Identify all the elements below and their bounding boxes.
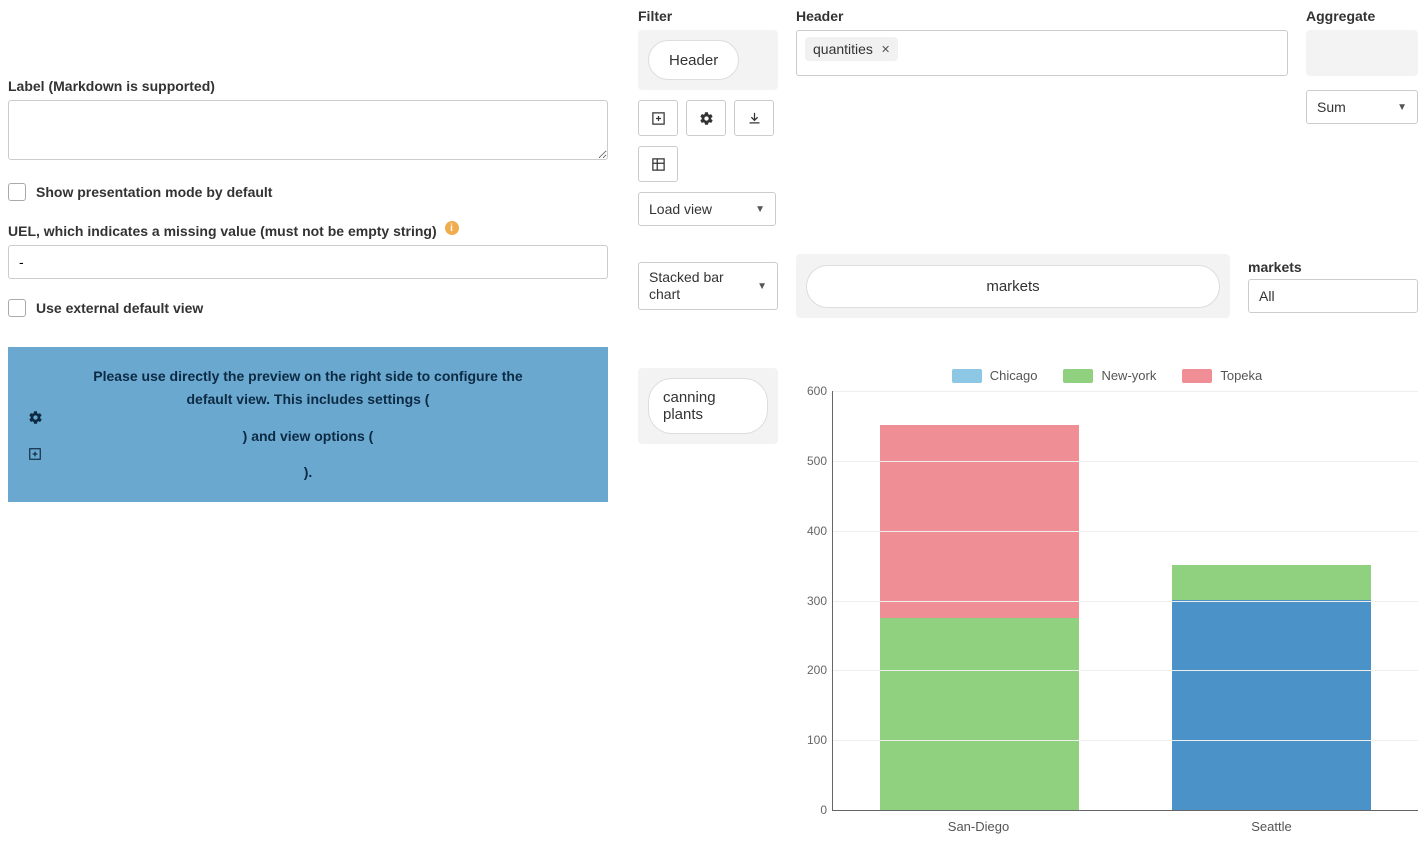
aggregate-select[interactable]: Sum ▼ <box>1306 90 1418 124</box>
load-view-select[interactable]: Load view ▼ <box>638 192 776 226</box>
external-default-view-checkbox[interactable] <box>8 299 26 317</box>
legend-label: New-york <box>1101 368 1156 383</box>
chart-type-select[interactable]: Stacked bar chart ▼ <box>638 262 778 310</box>
stacked-bar[interactable] <box>880 425 1079 810</box>
header-section-title: Header <box>796 8 1288 24</box>
bar-segment-new-york[interactable] <box>1172 565 1371 600</box>
expand-button[interactable] <box>638 100 678 136</box>
y-tick-label: 500 <box>797 454 827 468</box>
caret-down-icon: ▼ <box>757 281 767 292</box>
uel-input[interactable] <box>8 245 608 279</box>
markets-filter-value: All <box>1259 288 1275 304</box>
download-button[interactable] <box>734 100 774 136</box>
bar-segment-new-york[interactable] <box>880 618 1079 811</box>
x-tick-label: Seattle <box>1125 811 1418 834</box>
label-textarea[interactable] <box>8 100 608 160</box>
download-icon <box>747 111 762 126</box>
grid-line <box>833 461 1418 462</box>
remove-tag-icon[interactable]: ✕ <box>881 43 890 56</box>
legend-swatch <box>952 369 982 383</box>
gear-icon <box>28 410 43 425</box>
gear-icon <box>699 111 714 126</box>
expand-icon <box>28 447 42 461</box>
markets-filter-select[interactable]: All <box>1248 279 1418 313</box>
presentation-mode-label: Show presentation mode by default <box>36 184 272 200</box>
grid-line <box>833 670 1418 671</box>
filter-drop-zone[interactable]: Header <box>638 30 778 90</box>
legend-item[interactable]: Chicago <box>952 368 1038 383</box>
load-view-label: Load view <box>649 201 712 217</box>
grid-line <box>833 601 1418 602</box>
x-tick-label: San-Diego <box>832 811 1125 834</box>
y-tick-label: 0 <box>797 803 827 817</box>
expand-icon <box>651 111 666 126</box>
y-tick-label: 600 <box>797 384 827 398</box>
grid-line <box>833 531 1418 532</box>
chart-type-value: Stacked bar chart <box>649 269 747 303</box>
column-drop-zone[interactable]: markets <box>796 254 1230 318</box>
caret-down-icon: ▼ <box>1397 102 1407 113</box>
header-tag-label: quantities <box>813 41 873 57</box>
row-pill-canning-plants[interactable]: canning plants <box>648 378 768 434</box>
uel-label: UEL, which indicates a missing value (mu… <box>8 223 437 239</box>
header-tag-quantities[interactable]: quantities ✕ <box>805 37 898 61</box>
bar-segment-topeka[interactable] <box>880 425 1079 618</box>
aggregate-section-title: Aggregate <box>1306 8 1418 24</box>
table-icon <box>651 157 666 172</box>
grid-line <box>833 740 1418 741</box>
stacked-bar[interactable] <box>1172 565 1371 810</box>
label-heading: Label (Markdown is supported) <box>8 78 608 94</box>
filter-pill-header[interactable]: Header <box>648 40 739 80</box>
aggregate-drop-zone[interactable] <box>1306 30 1418 76</box>
legend-label: Chicago <box>990 368 1038 383</box>
config-callout: Please use directly the preview on the r… <box>8 347 608 502</box>
caret-down-icon: ▼ <box>755 204 765 215</box>
external-default-view-label: Use external default view <box>36 300 203 316</box>
filter-section-title: Filter <box>638 8 778 24</box>
legend-swatch <box>1063 369 1093 383</box>
legend-swatch <box>1182 369 1212 383</box>
presentation-mode-checkbox[interactable] <box>8 183 26 201</box>
header-tag-input[interactable]: quantities ✕ <box>796 30 1288 76</box>
table-view-button[interactable] <box>638 146 678 182</box>
y-tick-label: 100 <box>797 733 827 747</box>
settings-button[interactable] <box>686 100 726 136</box>
row-drop-zone[interactable]: canning plants <box>638 368 778 444</box>
info-icon: i <box>445 221 459 235</box>
column-pill-markets[interactable]: markets <box>806 265 1220 308</box>
markets-filter-title: markets <box>1248 259 1418 275</box>
y-tick-label: 400 <box>797 524 827 538</box>
y-tick-label: 300 <box>797 594 827 608</box>
grid-line <box>833 391 1418 392</box>
aggregate-select-value: Sum <box>1317 99 1346 115</box>
legend-item[interactable]: Topeka <box>1182 368 1262 383</box>
chart: Chicago New-york Topeka 0 100 200 300 400 500 60… <box>796 368 1418 834</box>
legend-item[interactable]: New-york <box>1063 368 1156 383</box>
bar-segment-chicago[interactable] <box>1172 600 1371 810</box>
y-tick-label: 200 <box>797 663 827 677</box>
legend-label: Topeka <box>1220 368 1262 383</box>
